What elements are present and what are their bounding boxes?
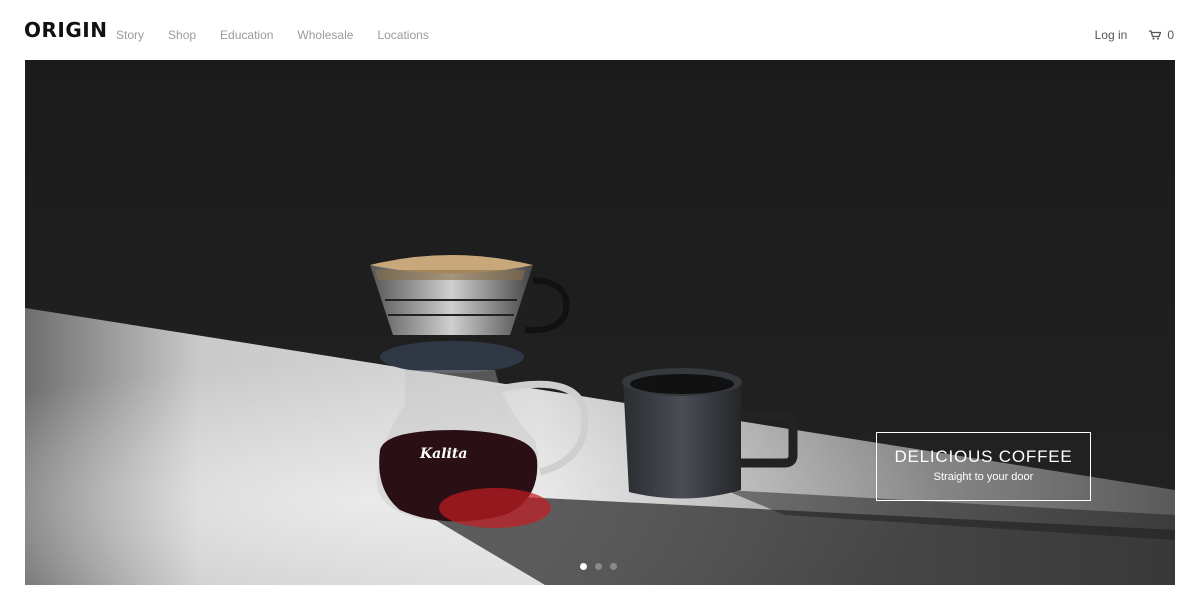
header-actions: Log in 0: [1095, 27, 1174, 43]
hero-callout[interactable]: DELICIOUS COFFEE Straight to your door: [876, 432, 1091, 501]
hero-callout-subtitle: Straight to your door: [933, 471, 1034, 483]
slide-dot-1[interactable]: [580, 563, 587, 570]
nav-item-locations[interactable]: Locations: [377, 27, 428, 43]
nav-item-shop[interactable]: Shop: [168, 27, 196, 43]
hero-image: Kalita: [25, 60, 1175, 585]
login-link[interactable]: Log in: [1095, 27, 1128, 43]
site-logo[interactable]: ORIGIN: [24, 18, 107, 42]
cart-icon: [1149, 30, 1162, 40]
nav-item-wholesale[interactable]: Wholesale: [297, 27, 353, 43]
slide-indicators: [580, 563, 617, 570]
main-nav: Story Shop Education Wholesale Locations: [116, 27, 453, 43]
slide-dot-3[interactable]: [610, 563, 617, 570]
nav-item-story[interactable]: Story: [116, 27, 144, 43]
cart-count: 0: [1167, 28, 1174, 42]
nav-item-education[interactable]: Education: [220, 27, 273, 43]
site-header: ORIGIN Story Shop Education Wholesale Lo…: [0, 0, 1200, 60]
hero-callout-title: DELICIOUS COFFEE: [894, 447, 1073, 466]
slide-dot-2[interactable]: [595, 563, 602, 570]
kettle-brand-text: Kalita: [419, 446, 467, 462]
cart-button[interactable]: 0: [1149, 27, 1174, 43]
hero-slideshow[interactable]: Kalita DELICIOUS COFFEE Straight to your…: [25, 60, 1175, 585]
